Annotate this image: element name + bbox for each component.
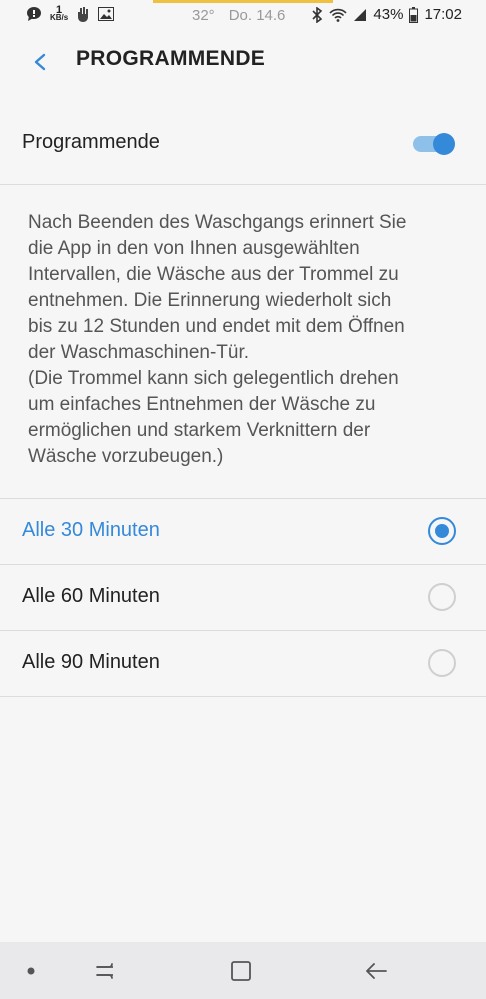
back-icon — [366, 963, 387, 979]
nav-recents-button[interactable] — [91, 956, 121, 986]
home-icon — [231, 961, 251, 981]
bluetooth-icon — [312, 6, 323, 23]
navigation-bar — [0, 942, 486, 999]
option-60-min[interactable]: Alle 60 Minuten — [0, 565, 486, 631]
option-label: Alle 60 Minuten — [22, 585, 160, 607]
network-speed-unit: KB/s — [50, 13, 69, 22]
network-speed: 1 KB/s — [50, 5, 69, 22]
programmende-label: Programmende — [22, 131, 160, 153]
description-text: Nach Beenden des Waschgangs erinnert Sie… — [28, 212, 407, 467]
wifi-icon — [329, 8, 348, 22]
battery-percent: 43% — [373, 6, 404, 23]
radio-button[interactable] — [428, 583, 456, 611]
programmende-setting-row[interactable]: Programmende — [0, 100, 486, 185]
radio-button[interactable] — [428, 649, 456, 677]
option-30-min[interactable]: Alle 30 Minuten — [0, 499, 486, 565]
nav-back-button[interactable] — [361, 956, 391, 986]
signal-icon — [354, 8, 367, 21]
interval-options: Alle 30 Minuten Alle 60 Minuten Alle 90 … — [0, 498, 486, 697]
back-button[interactable] — [26, 48, 54, 76]
status-bar: 1 KB/s 32° Do. 14.6 43% 17:02 — [0, 0, 486, 30]
status-center: 32° Do. 14.6 — [192, 7, 285, 24]
hand-icon — [78, 7, 89, 22]
recents-icon — [96, 963, 113, 979]
image-icon — [98, 7, 115, 21]
option-label: Alle 90 Minuten — [22, 651, 160, 673]
toggle-knob — [433, 133, 455, 155]
chevron-left-icon — [34, 53, 46, 71]
radio-button[interactable] — [428, 517, 456, 545]
nav-dot-button[interactable] — [16, 956, 46, 986]
option-90-min[interactable]: Alle 90 Minuten — [0, 631, 486, 697]
message-icon — [27, 7, 41, 21]
status-accent-line — [153, 0, 333, 3]
date: Do. 14.6 — [228, 7, 286, 24]
nav-home-button[interactable] — [226, 956, 256, 986]
radio-dot — [435, 524, 449, 538]
temperature: 32° — [192, 7, 215, 24]
option-label: Alle 30 Minuten — [22, 519, 160, 541]
page-title: PROGRAMMENDE — [76, 47, 266, 70]
programmende-toggle[interactable] — [411, 132, 457, 156]
clock: 17:02 — [424, 6, 462, 23]
status-left-icons: 1 KB/s — [26, 5, 115, 22]
status-right-icons: 43% 17:02 — [311, 6, 462, 23]
battery-icon — [409, 6, 419, 23]
dot-icon — [27, 967, 35, 975]
app-bar: PROGRAMMENDE — [0, 30, 486, 90]
